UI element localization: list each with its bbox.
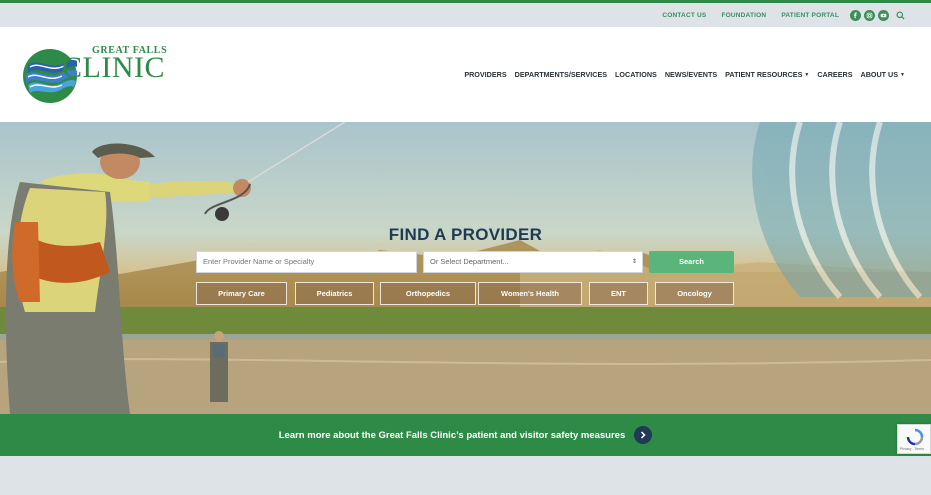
specialty-ent[interactable]: ENT (589, 282, 648, 305)
nav-label: ABOUT US (860, 70, 899, 79)
nav-label: PATIENT RESOURCES (725, 70, 803, 79)
nav-about-us[interactable]: ABOUT US ▼ (861, 70, 906, 79)
nav-careers[interactable]: CAREERS (817, 70, 852, 79)
recaptcha-icon (906, 428, 924, 446)
contact-us-link[interactable]: CONTACT US (662, 12, 706, 19)
select-arrows-icon: ⇕ (631, 259, 637, 265)
site-header: GREAT FALLS CLINIC PROVIDERS DEPARTMENTS… (0, 27, 931, 122)
nav-label: NEWS/EVENTS (664, 70, 718, 79)
provider-search-input[interactable]: Enter Provider Name or Specialty (196, 251, 417, 273)
facebook-icon[interactable] (850, 9, 861, 21)
safety-banner[interactable]: Learn more about the Great Falls Clinic’… (0, 414, 931, 456)
logo-text-clinic: CLINIC (62, 51, 165, 84)
clinic-logo[interactable]: GREAT FALLS CLINIC (22, 45, 172, 105)
instagram-icon[interactable] (864, 9, 875, 21)
recaptcha-terms[interactable]: Privacy - Terms (900, 447, 924, 451)
specialty-pediatrics[interactable]: Pediatrics (295, 282, 374, 305)
search-icon[interactable] (895, 10, 905, 20)
search-button[interactable]: Search (649, 251, 734, 273)
nav-label: CAREERS (817, 70, 853, 79)
caret-down-icon: ▼ (804, 71, 810, 78)
specialty-womens-health[interactable]: Women's Health (478, 282, 582, 305)
social-icons (847, 9, 905, 21)
specialty-orthopedics[interactable]: Orthopedics (380, 282, 476, 305)
caret-down-icon: ▼ (900, 71, 905, 78)
recaptcha-badge[interactable]: Privacy - Terms (897, 424, 931, 454)
nav-news-events[interactable]: NEWS/EVENTS (665, 70, 717, 79)
footer-band (0, 456, 931, 495)
safety-banner-text: Learn more about the Great Falls Clinic’… (278, 429, 626, 441)
foundation-link[interactable]: FOUNDATION (721, 12, 766, 19)
main-nav: PROVIDERS DEPARTMENTS/SERVICES LOCATIONS… (456, 70, 905, 79)
specialty-primary-care[interactable]: Primary Care (196, 282, 287, 305)
specialty-oncology[interactable]: Oncology (655, 282, 734, 305)
nav-label: LOCATIONS (615, 70, 657, 79)
nav-locations[interactable]: LOCATIONS (615, 70, 657, 79)
utility-bar: CONTACT US FOUNDATION PATIENT PORTAL (0, 3, 931, 27)
nav-departments-services[interactable]: DEPARTMENTS/SERVICES (515, 70, 607, 79)
nav-patient-resources[interactable]: PATIENT RESOURCES ▼ (725, 70, 809, 79)
youtube-icon[interactable] (878, 9, 889, 21)
hero-section: FIND A PROVIDER Enter Provider Name or S… (0, 122, 931, 414)
department-select[interactable]: Or Select Department... ⇕ (423, 251, 643, 273)
department-select-value: Or Select Department... (430, 257, 509, 266)
patient-portal-link[interactable]: PATIENT PORTAL (781, 12, 839, 19)
chevron-right-icon[interactable] (634, 426, 653, 444)
nav-label: PROVIDERS (464, 70, 507, 79)
nav-label: DEPARTMENTS/SERVICES (514, 70, 608, 79)
nav-providers[interactable]: PROVIDERS (464, 70, 506, 79)
find-provider-title: FIND A PROVIDER (388, 225, 543, 244)
